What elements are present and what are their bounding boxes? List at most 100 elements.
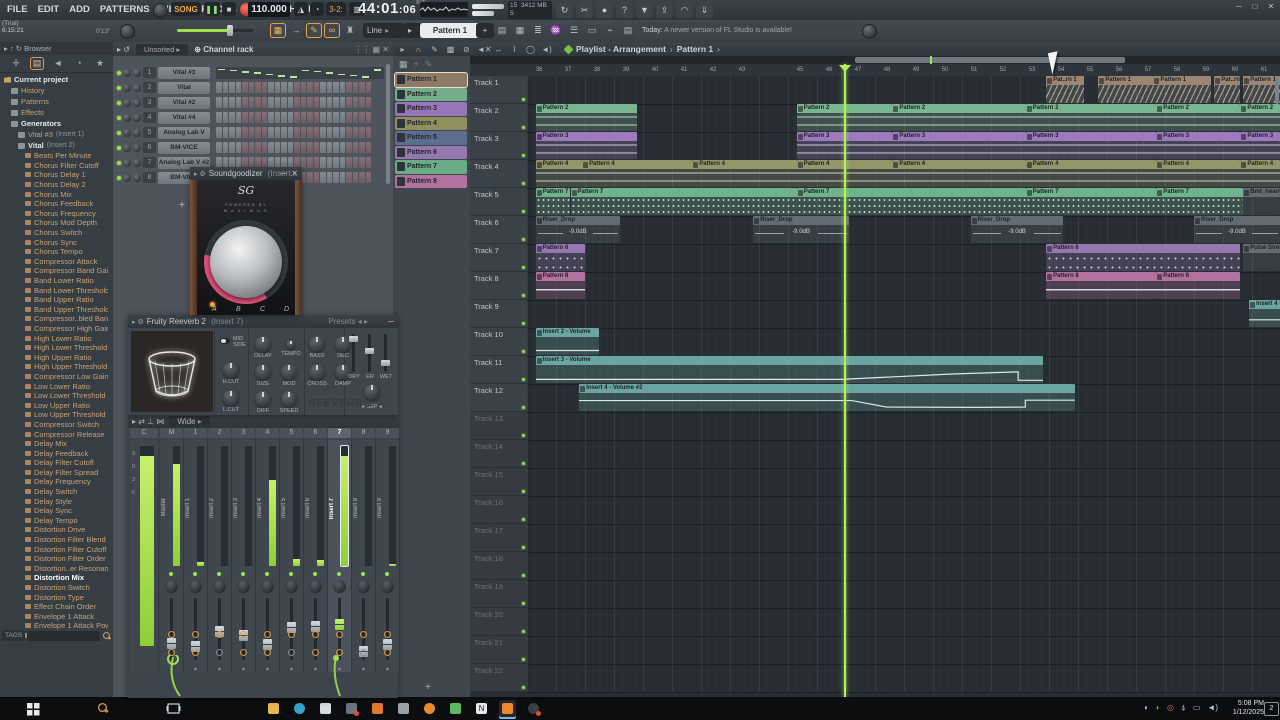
start-button[interactable] <box>25 700 42 717</box>
mixer-strip-led[interactable] <box>337 572 341 576</box>
browser-item[interactable]: Vital (Insert 2) <box>0 140 108 151</box>
add-channel-button[interactable]: + <box>179 200 185 211</box>
channel-volume-knob[interactable] <box>133 113 141 122</box>
stereo-icon[interactable] <box>360 631 367 638</box>
metronome-icon[interactable]: ◮ <box>294 2 308 16</box>
task-view-icon[interactable] <box>165 700 182 717</box>
mixer-strip[interactable]: Insert 8 ▲ <box>352 440 376 672</box>
track-lane[interactable]: Pattern 8 Pattern 8 Pattern 8 <box>527 272 1280 301</box>
clip-pat[interactable]: Pattern 7 <box>796 188 1026 215</box>
mixer-header-cell[interactable]: 4 <box>256 428 279 438</box>
track-lane[interactable]: Riser_Drop -9.0dB Riser_Drop -9.0dB Riser_Dr… <box>527 216 1280 245</box>
step-cell[interactable] <box>313 82 319 93</box>
playback-tool-icon[interactable]: ◄) <box>541 45 552 54</box>
track-header[interactable]: Track 15 <box>470 468 527 496</box>
step-cell[interactable] <box>248 127 254 138</box>
track-header[interactable]: Track 12 <box>470 384 527 412</box>
browser-item[interactable]: Vital #3 (Insert 1) <box>0 129 108 140</box>
nvidia-tray-icon[interactable]: ◗ <box>1155 703 1160 713</box>
channel-pan-knob[interactable] <box>123 68 131 77</box>
close-button[interactable]: ✕ <box>1264 0 1278 14</box>
step-cell[interactable] <box>359 112 365 123</box>
browser-header[interactable]: ▸ ↑ ↻ Browser <box>0 42 113 55</box>
clip-pat[interactable]: Pattern 7 <box>535 188 571 215</box>
shop-globe-icon[interactable] <box>862 24 877 39</box>
sgz-preset-b[interactable]: B <box>236 306 241 313</box>
channel-volume-knob[interactable] <box>133 143 141 152</box>
mixer-pan-knob[interactable] <box>333 580 346 593</box>
clip-pat[interactable]: Pattern 7 <box>570 188 797 215</box>
track-lane[interactable] <box>527 552 1280 581</box>
photos-icon[interactable] <box>447 700 464 717</box>
mixer-pan-knob[interactable] <box>237 580 250 593</box>
track-header[interactable]: Track 13 <box>470 412 527 440</box>
master-volume-knob[interactable] <box>153 3 168 18</box>
channel-name-button[interactable]: Vital #2 <box>158 96 210 109</box>
clip-pat[interactable]: Pattern 4 <box>1240 160 1280 187</box>
step-cell[interactable] <box>352 142 358 153</box>
mixer-strip-led[interactable] <box>241 572 245 576</box>
browser-item[interactable]: Chorus Mix <box>0 189 108 199</box>
mixer-strip-led[interactable] <box>265 572 269 576</box>
clip-pat[interactable]: Pattern 6 <box>1046 244 1241 271</box>
step-cell[interactable] <box>255 142 261 153</box>
song-mode-toggle[interactable]: SONG <box>171 2 201 16</box>
channel-name-button[interactable]: Vital <box>158 81 210 94</box>
step-cell[interactable] <box>229 112 235 123</box>
browser-item[interactable]: Band Upper Ratio <box>0 295 108 305</box>
typing-keyboard-toggle[interactable]: → <box>288 23 304 38</box>
step-cell[interactable] <box>320 127 326 138</box>
track-led[interactable] <box>522 154 525 157</box>
clip-audio[interactable]: Riser_Drop -9.0dB <box>1194 216 1280 243</box>
browser-item[interactable]: High Upper Ratio <box>0 352 108 362</box>
tags-button[interactable]: TAGS <box>2 630 26 641</box>
minimap-viewport[interactable] <box>855 57 1125 63</box>
step-cell[interactable] <box>307 82 313 93</box>
step-cell[interactable] <box>352 112 358 123</box>
project-picker-icon[interactable]: ▭ <box>584 23 600 38</box>
mic-tray-icon[interactable]: ⍋ <box>1181 703 1186 713</box>
step-cell[interactable] <box>222 97 228 108</box>
menu-add[interactable]: ADD <box>64 0 95 15</box>
recorder-icon[interactable] <box>525 700 542 717</box>
browser-item[interactable]: Effects <box>0 107 108 118</box>
step-cell[interactable] <box>365 112 371 123</box>
keys-panel-icon[interactable]: ▤ <box>620 23 636 38</box>
browser-item[interactable]: Compressor Release <box>0 429 108 439</box>
time-display[interactable]: 44:01:06BIT <box>358 0 426 17</box>
track-led[interactable] <box>522 98 525 101</box>
track-header[interactable]: Track 14 <box>470 440 527 468</box>
channel-pan-knob[interactable] <box>123 158 131 167</box>
track-led[interactable] <box>522 210 525 213</box>
step-cell[interactable] <box>261 97 267 108</box>
channel-name-button[interactable]: Vital #3 <box>158 66 210 79</box>
step-cell[interactable] <box>300 97 306 108</box>
track-header[interactable]: Track 17 <box>470 524 527 552</box>
help-icon[interactable]: ? <box>616 2 633 18</box>
track-lane[interactable] <box>527 496 1280 525</box>
browser-tab-recent-icon[interactable]: ◔ <box>73 58 85 69</box>
clip-audio[interactable]: Riser_Drop -9.0dB <box>535 216 620 243</box>
piano-roll-icon[interactable]: ▦ <box>399 59 408 70</box>
track-led[interactable] <box>522 462 525 465</box>
slider-handle[interactable] <box>365 348 374 354</box>
browser-item[interactable]: Delay Switch <box>0 487 108 497</box>
clip-auto[interactable]: Insert 3 - Volume <box>535 356 1044 383</box>
mixer-strip[interactable]: Insert 7 ▲ <box>328 440 352 672</box>
stereo-icon[interactable] <box>288 631 295 638</box>
clip-pat[interactable]: Pattern 8 <box>535 272 585 299</box>
browser-item[interactable]: Distortion Drive <box>0 525 108 535</box>
step-cell[interactable] <box>274 97 280 108</box>
step-cell[interactable] <box>365 82 371 93</box>
minimize-button[interactable]: ─ <box>1232 0 1246 14</box>
step-cell[interactable] <box>268 82 274 93</box>
browser-item[interactable]: Compressor Attack <box>0 257 108 267</box>
step-cell[interactable] <box>235 97 241 108</box>
step-cell[interactable] <box>313 142 319 153</box>
step-cell[interactable] <box>300 127 306 138</box>
browser-item[interactable]: Band Upper Threshold <box>0 305 108 315</box>
channel-pan-knob[interactable] <box>123 113 131 122</box>
step-cell[interactable] <box>242 112 248 123</box>
step-cell[interactable] <box>294 142 300 153</box>
store-icon[interactable] <box>317 700 334 717</box>
